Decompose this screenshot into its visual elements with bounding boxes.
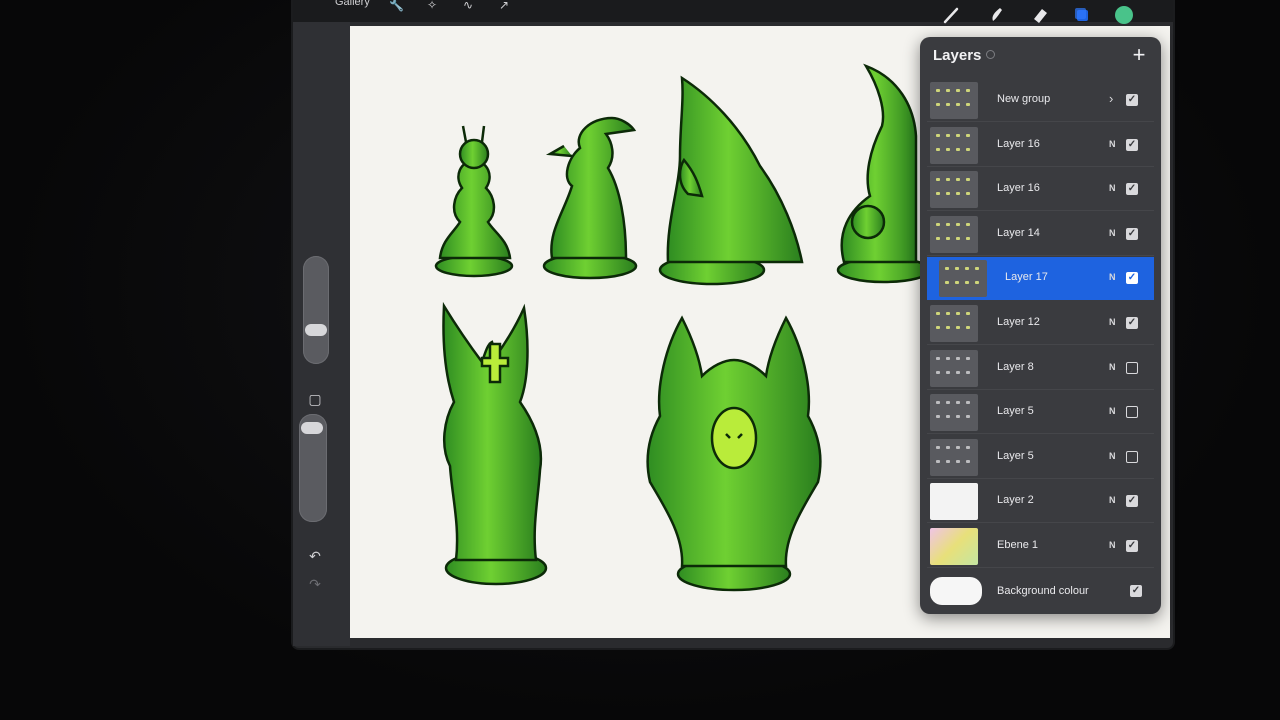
background-visibility-checkbox[interactable]: ✓ [1130, 585, 1142, 597]
blend-mode-button[interactable]: N [1109, 406, 1116, 416]
layers-panel-title: Layers [933, 47, 982, 64]
square-icon[interactable]: ▢ [307, 391, 323, 407]
blend-mode-button[interactable]: N [1109, 228, 1116, 238]
layer-thumbnail[interactable] [930, 528, 978, 565]
coiled-piece [836, 63, 932, 284]
layer-row[interactable]: Layer 16 N ✓ [927, 168, 1154, 212]
layer-name: Ebene 1 [997, 539, 1038, 551]
brush-icon[interactable] [941, 4, 963, 26]
selection-icon[interactable]: ∿ [461, 0, 475, 12]
layer-thumbnail[interactable] [930, 171, 978, 209]
undo-icon[interactable]: ↶ [307, 548, 323, 564]
layer-thumbnail[interactable] [939, 260, 987, 298]
layer-name: Layer 16 [997, 137, 1040, 150]
layer-name: Layer 5 [997, 405, 1034, 418]
redo-icon[interactable]: ↷ [307, 576, 323, 592]
layer-visibility-checkbox[interactable]: ✓ [1126, 138, 1138, 151]
opacity-knob[interactable] [301, 422, 323, 434]
plus-icon[interactable]: + [1129, 44, 1149, 66]
layer-row[interactable]: Ebene 1 N ✓ [927, 525, 1154, 568]
layer-thumbnail[interactable] [930, 438, 978, 476]
layer-row[interactable]: Layer 5 N [927, 436, 1154, 479]
gallery-button[interactable]: Gallery [335, 0, 370, 8]
transform-icon[interactable]: ↗ [497, 0, 511, 12]
layer-thumbnail[interactable] [930, 215, 978, 253]
layer-name: Layer 16 [997, 182, 1040, 195]
layer-visibility-checkbox[interactable]: ✓ [1126, 183, 1138, 196]
layer-name: Layer 8 [997, 360, 1034, 373]
layer-visibility-checkbox[interactable]: ✓ [1126, 94, 1138, 106]
pawn-piece [434, 125, 514, 278]
layer-name: Layer 5 [997, 449, 1034, 462]
dragon-king-piece [646, 315, 822, 592]
layer-row[interactable]: Layer 8 N [927, 347, 1154, 390]
layer-thumbnail[interactable] [930, 82, 978, 119]
opacity-slider[interactable] [299, 414, 327, 522]
cross-bishop-piece [442, 301, 548, 586]
smudge-icon[interactable] [985, 4, 1007, 26]
layer-visibility-checkbox[interactable]: ✓ [1126, 317, 1138, 329]
background-colour-label: Background colour [997, 585, 1089, 597]
background-colour-swatch[interactable] [930, 577, 982, 605]
layer-thumbnail[interactable] [930, 126, 978, 164]
layers-info-icon[interactable] [986, 50, 995, 59]
blend-mode-button[interactable]: N [1109, 317, 1116, 327]
top-toolbar: Gallery 🔧 ✧ ∿ ↗ [293, 0, 1173, 24]
layer-visibility-checkbox[interactable]: ✓ [1126, 540, 1138, 552]
blend-mode-button[interactable]: N [1109, 139, 1116, 149]
layer-visibility-checkbox[interactable]: ✓ [1126, 272, 1138, 285]
layer-name: Layer 17 [1005, 271, 1048, 284]
layer-visibility-checkbox[interactable] [1126, 406, 1138, 419]
layers-icon[interactable] [1071, 4, 1093, 26]
layers-panel: Layers + New group › ✓ Layer 16 N ✓ Layer 16 N ✓… [920, 37, 1161, 614]
layer-row[interactable]: Layer 17 N ✓ [927, 257, 1154, 301]
layer-visibility-checkbox[interactable] [1126, 450, 1138, 463]
serpent-piece [542, 116, 638, 280]
left-sidebar: ▢ ↶ ↷ [293, 22, 350, 646]
layer-visibility-checkbox[interactable]: ✓ [1126, 227, 1138, 240]
wrench-icon[interactable]: 🔧 [389, 0, 404, 12]
blend-mode-button[interactable]: N [1109, 540, 1116, 550]
layer-name: Layer 14 [997, 226, 1040, 239]
blend-mode-button[interactable]: N [1109, 183, 1116, 193]
background-colour-row[interactable]: Background colour ✓ [927, 575, 1154, 607]
blend-mode-button[interactable]: N [1109, 451, 1116, 461]
chevron-right-icon[interactable]: › [1109, 91, 1113, 106]
layer-row[interactable]: Layer 2 N ✓ [927, 480, 1154, 524]
layer-name: Layer 12 [997, 316, 1040, 328]
magic-wand-icon[interactable]: ✧ [425, 0, 439, 12]
layer-thumbnail[interactable] [930, 349, 978, 387]
brush-size-knob[interactable] [305, 324, 327, 336]
claw-piece [658, 75, 804, 286]
layer-thumbnail[interactable] [930, 305, 978, 342]
layer-visibility-checkbox[interactable]: ✓ [1126, 495, 1138, 508]
layer-row[interactable]: Layer 14 N ✓ [927, 213, 1154, 256]
layer-row[interactable]: Layer 12 N ✓ [927, 302, 1154, 345]
layer-group-row[interactable]: New group › ✓ [927, 79, 1154, 122]
layer-row[interactable]: Layer 5 N [927, 391, 1154, 435]
brush-size-slider[interactable] [303, 256, 329, 364]
eraser-icon[interactable] [1029, 4, 1051, 26]
layer-row[interactable]: Layer 16 N ✓ [927, 124, 1154, 167]
blend-mode-button[interactable]: N [1109, 495, 1116, 505]
color-swatch[interactable] [1113, 4, 1135, 26]
layer-thumbnail[interactable] [930, 394, 978, 432]
layer-name: New group [997, 93, 1051, 105]
layer-name: Layer 2 [997, 494, 1034, 507]
blend-mode-button[interactable]: N [1109, 362, 1116, 372]
video-frame: Gallery 🔧 ✧ ∿ ↗ ▢ ↶ ↷ Layers + New group… [0, 0, 1280, 720]
blend-mode-button[interactable]: N [1109, 272, 1116, 282]
layer-thumbnail[interactable] [930, 483, 978, 521]
layer-visibility-checkbox[interactable] [1126, 361, 1138, 374]
